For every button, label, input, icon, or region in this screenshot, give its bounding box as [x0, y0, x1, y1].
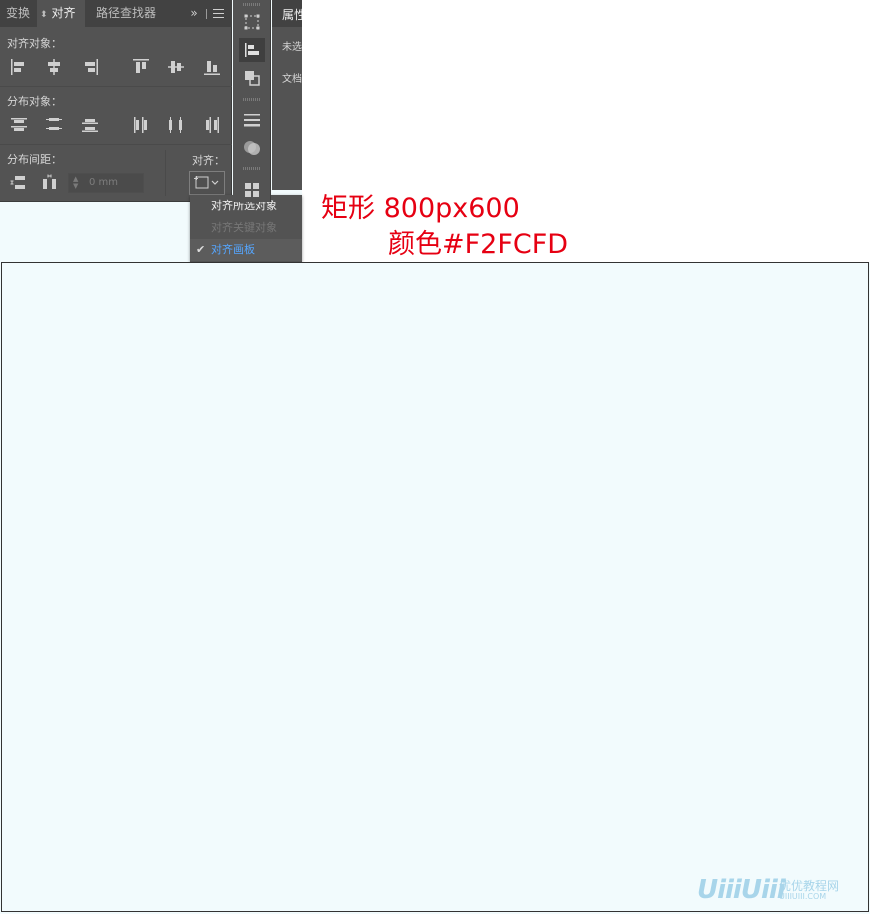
properties-status: 未选	[282, 42, 302, 53]
distribute-spacing-label: 分布间距：	[7, 153, 62, 166]
vertical-distribute-space-icon[interactable]	[9, 173, 29, 193]
panel-menu-icon[interactable]	[213, 9, 224, 18]
align-icon	[245, 43, 259, 57]
distribute-right-icon[interactable]	[202, 115, 222, 135]
spacing-value: 0 mm	[89, 177, 119, 188]
distribute-bottom-icon[interactable]	[80, 115, 100, 135]
menu-item-label: 对齐画板	[211, 243, 255, 256]
menu-item-align-to-artboard[interactable]: ✔ 对齐画板	[190, 239, 302, 261]
spacing-input[interactable]: ▲ ▼ 0 mm	[68, 173, 144, 193]
distribute-horizontal-center-icon[interactable]	[166, 115, 186, 135]
align-panel: 变换 ⬍ 对齐 路径查找器 » 对齐对象： 分布对象： 分布间距： ▲ ▼ 0 …	[0, 0, 232, 202]
grip-handle[interactable]	[243, 3, 261, 6]
align-bottom-icon[interactable]	[202, 57, 222, 77]
artboard-rectangle[interactable]	[1, 262, 869, 912]
panel-expand-icon[interactable]: »	[187, 0, 201, 27]
distribute-vertical-center-icon[interactable]	[44, 115, 64, 135]
align-to-dropdown[interactable]	[189, 171, 225, 195]
transparency-icon[interactable]	[242, 138, 262, 158]
align-panel-button[interactable]	[239, 38, 265, 62]
menu-item-align-to-key-object: 对齐关键对象	[211, 221, 277, 234]
checkmark-icon: ✔	[196, 243, 206, 256]
align-to-label: 对齐：	[192, 154, 225, 167]
align-right-icon[interactable]	[80, 57, 100, 77]
distribute-left-icon[interactable]	[131, 115, 151, 135]
pathfinder-icon[interactable]	[242, 68, 262, 88]
section-divider	[0, 86, 232, 87]
tab-pathfinder[interactable]: 路径查找器	[86, 0, 166, 27]
stroke-icon[interactable]	[242, 110, 262, 130]
horizontal-distribute-space-icon[interactable]	[40, 173, 60, 193]
column-divider	[165, 150, 166, 196]
align-top-icon[interactable]	[131, 57, 151, 77]
panel-tab-bar: 变换 ⬍ 对齐 路径查找器 »	[0, 0, 232, 27]
grip-handle[interactable]	[243, 167, 261, 170]
distribute-top-icon[interactable]	[9, 115, 29, 135]
align-objects-label: 对齐对象：	[7, 37, 62, 50]
panel-dock-strip	[233, 0, 271, 202]
align-left-icon[interactable]	[9, 57, 29, 77]
artboard-align-icon	[194, 176, 219, 189]
grip-handle[interactable]	[243, 98, 261, 101]
watermark-url: UIIIUIII.COM	[779, 892, 827, 901]
sort-arrows-icon: ⬍	[40, 10, 48, 20]
transform-icon[interactable]	[242, 12, 262, 32]
tab-transform[interactable]: 变换	[0, 0, 36, 27]
tab-properties[interactable]: 属性	[282, 6, 302, 23]
properties-tab-bar: 属性	[272, 0, 302, 27]
stepper-arrows-icon[interactable]: ▲ ▼	[73, 176, 78, 190]
align-horizontal-center-icon[interactable]	[44, 57, 64, 77]
tab-divider	[206, 9, 207, 19]
tab-align[interactable]: ⬍ 对齐	[37, 0, 85, 27]
distribute-objects-label: 分布对象：	[7, 95, 62, 108]
annotation-color: 颜色#F2FCFD	[388, 229, 569, 260]
swatches-icon[interactable]	[242, 180, 262, 200]
align-vertical-center-icon[interactable]	[166, 57, 186, 77]
section-divider	[0, 144, 232, 145]
properties-section-document: 文档	[282, 74, 302, 85]
tab-align-label: 对齐	[51, 6, 76, 20]
properties-panel: 属性 未选 文档	[272, 0, 302, 190]
annotation-rectangle-size: 矩形 800px600	[321, 193, 520, 224]
align-to-menu: 对齐所选对象 对齐关键对象 ✔ 对齐画板	[190, 195, 302, 262]
watermark-logo: UiiiUiii	[697, 875, 786, 905]
